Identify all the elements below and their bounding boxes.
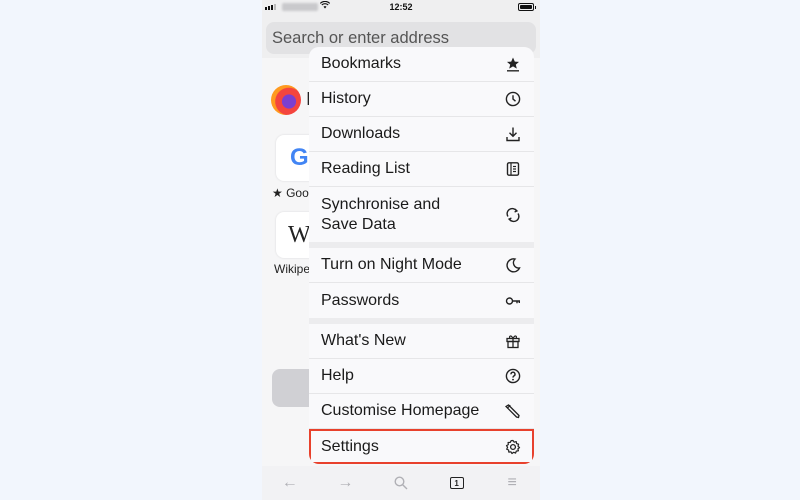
menu-item-sync[interactable]: Synchronise and Save Data [309,187,534,242]
menu-item-label: Passwords [321,291,400,309]
menu-item-downloads[interactable]: Downloads [309,117,534,152]
wikipedia-icon: W [288,222,311,248]
reading-list-icon [504,160,522,178]
menu-item-reading-list[interactable]: Reading List [309,152,534,187]
menu-item-settings[interactable]: Settings [309,429,534,464]
menu-item-bookmarks[interactable]: Bookmarks [309,47,534,82]
moon-icon [504,256,522,274]
search-icon[interactable] [389,471,413,495]
menu-section-general: What's New Help Customise Homepage Setti… [309,324,534,464]
help-icon [504,367,522,385]
menu-item-help[interactable]: Help [309,359,534,394]
menu-item-label: Reading List [321,160,410,177]
menu-item-label: Downloads [321,125,401,142]
menu-item-label: History [321,90,371,107]
menu-section-tools: Turn on Night Mode Passwords [309,248,534,318]
menu-item-label: Bookmarks [321,55,402,72]
menu-item-passwords[interactable]: Passwords [309,283,534,318]
download-icon [504,125,522,143]
menu-item-label: Turn on Night Mode [321,256,462,273]
forward-icon[interactable]: → [333,471,357,495]
google-icon: G [290,144,309,171]
menu-section-library: Bookmarks History Downloads Reading List… [309,47,534,242]
menu-icon[interactable]: ≡ [500,471,524,495]
app-menu: Bookmarks History Downloads Reading List… [309,47,534,464]
battery-icon [518,3,536,11]
menu-item-label: Help [321,367,354,384]
tabs-button[interactable]: 1 [445,471,469,495]
menu-item-whats-new[interactable]: What's New [309,324,534,359]
sync-icon [504,206,522,224]
firefox-logo-icon [271,85,301,115]
menu-item-night-mode[interactable]: Turn on Night Mode [309,248,534,283]
key-icon [504,292,522,310]
shortcut-label-google: ★ Goo [272,186,309,200]
status-time: 12:52 [389,2,413,12]
status-bar: 12:52 [262,0,540,16]
menu-item-label: What's New [321,332,406,349]
pencil-icon [504,402,522,420]
clock-icon [504,90,522,108]
menu-item-label: Synchronise and Save Data [321,195,441,233]
bottom-toolbar: ← → 1 ≡ [262,466,540,500]
menu-item-customise-homepage[interactable]: Customise Homepage [309,394,534,429]
menu-item-label: Customise Homepage [321,402,480,419]
menu-item-label: Settings [321,437,379,455]
gear-icon [504,438,522,456]
menu-item-history[interactable]: History [309,82,534,117]
gift-icon [504,332,522,350]
tab-count: 1 [449,477,464,489]
bookmark-star-icon [504,55,522,73]
back-icon[interactable]: ← [278,471,302,495]
shortcut-label-wikipedia: Wikipe [274,262,311,276]
